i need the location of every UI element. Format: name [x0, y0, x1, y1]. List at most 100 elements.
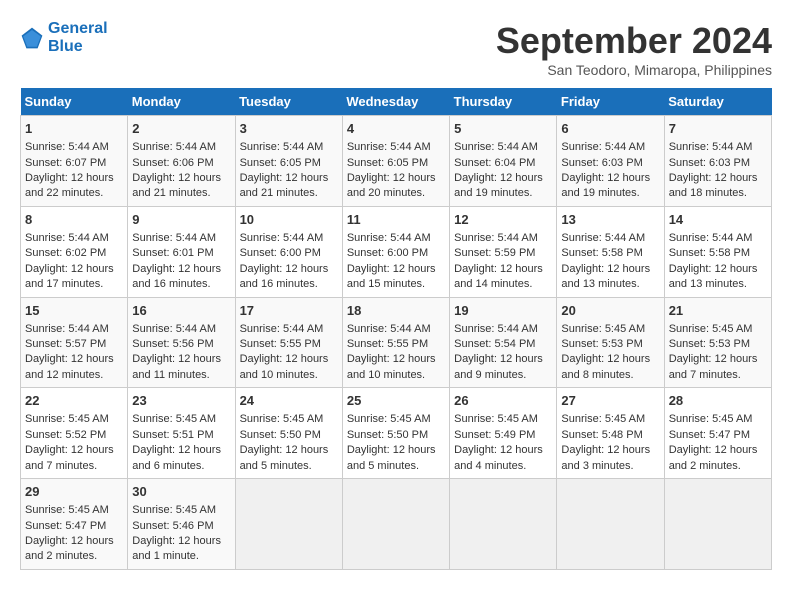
day-number: 2	[132, 120, 230, 138]
calendar-cell: 1 Sunrise: 5:44 AM Sunset: 6:07 PM Dayli…	[21, 116, 128, 207]
header-monday: Monday	[128, 88, 235, 116]
day-number: 18	[347, 302, 445, 320]
daylight-label: Daylight: 12 hours and 19 minutes.	[561, 172, 650, 199]
calendar-cell: 19 Sunrise: 5:44 AM Sunset: 5:54 PM Dayl…	[450, 297, 557, 388]
header-friday: Friday	[557, 88, 664, 116]
sunrise-text: Sunrise: 5:44 AM	[561, 232, 645, 244]
daylight-label: Daylight: 12 hours and 19 minutes.	[454, 172, 543, 199]
sunrise-text: Sunrise: 5:45 AM	[25, 504, 109, 516]
sunrise-text: Sunrise: 5:44 AM	[347, 323, 431, 335]
sunrise-text: Sunrise: 5:44 AM	[132, 141, 216, 153]
sunrise-text: Sunrise: 5:44 AM	[347, 232, 431, 244]
sunrise-text: Sunrise: 5:45 AM	[240, 413, 324, 425]
calendar-cell: 20 Sunrise: 5:45 AM Sunset: 5:53 PM Dayl…	[557, 297, 664, 388]
calendar-cell: 6 Sunrise: 5:44 AM Sunset: 6:03 PM Dayli…	[557, 116, 664, 207]
header-wednesday: Wednesday	[342, 88, 449, 116]
daylight-label: Daylight: 12 hours and 22 minutes.	[25, 172, 114, 199]
sunrise-text: Sunrise: 5:45 AM	[669, 323, 753, 335]
sunset-text: Sunset: 5:47 PM	[25, 520, 106, 532]
week-row-3: 15 Sunrise: 5:44 AM Sunset: 5:57 PM Dayl…	[21, 297, 772, 388]
daylight-label: Daylight: 12 hours and 21 minutes.	[240, 172, 329, 199]
daylight-label: Daylight: 12 hours and 3 minutes.	[561, 444, 650, 471]
sunset-text: Sunset: 6:00 PM	[240, 247, 321, 259]
calendar-cell	[664, 479, 771, 570]
sunrise-text: Sunrise: 5:44 AM	[240, 141, 324, 153]
sunrise-text: Sunrise: 5:45 AM	[132, 504, 216, 516]
daylight-label: Daylight: 12 hours and 9 minutes.	[454, 353, 543, 380]
sunset-text: Sunset: 5:59 PM	[454, 247, 535, 259]
sunrise-text: Sunrise: 5:44 AM	[347, 141, 431, 153]
daylight-label: Daylight: 12 hours and 17 minutes.	[25, 263, 114, 290]
calendar-cell: 5 Sunrise: 5:44 AM Sunset: 6:04 PM Dayli…	[450, 116, 557, 207]
calendar-cell: 17 Sunrise: 5:44 AM Sunset: 5:55 PM Dayl…	[235, 297, 342, 388]
day-number: 6	[561, 120, 659, 138]
daylight-label: Daylight: 12 hours and 2 minutes.	[25, 535, 114, 562]
sunrise-text: Sunrise: 5:44 AM	[240, 232, 324, 244]
daylight-label: Daylight: 12 hours and 10 minutes.	[347, 353, 436, 380]
sunrise-text: Sunrise: 5:45 AM	[25, 413, 109, 425]
daylight-label: Daylight: 12 hours and 21 minutes.	[132, 172, 221, 199]
sunrise-text: Sunrise: 5:44 AM	[454, 323, 538, 335]
daylight-label: Daylight: 12 hours and 8 minutes.	[561, 353, 650, 380]
calendar-cell: 22 Sunrise: 5:45 AM Sunset: 5:52 PM Dayl…	[21, 388, 128, 479]
calendar-cell	[557, 479, 664, 570]
calendar-cell: 15 Sunrise: 5:44 AM Sunset: 5:57 PM Dayl…	[21, 297, 128, 388]
title-block: September 2024 San Teodoro, Mimaropa, Ph…	[496, 20, 772, 78]
sunset-text: Sunset: 5:50 PM	[347, 429, 428, 441]
sunset-text: Sunset: 6:03 PM	[561, 157, 642, 169]
sunrise-text: Sunrise: 5:45 AM	[132, 413, 216, 425]
day-number: 29	[25, 483, 123, 501]
calendar-cell: 11 Sunrise: 5:44 AM Sunset: 6:00 PM Dayl…	[342, 206, 449, 297]
day-number: 14	[669, 211, 767, 229]
day-number: 17	[240, 302, 338, 320]
calendar-cell: 21 Sunrise: 5:45 AM Sunset: 5:53 PM Dayl…	[664, 297, 771, 388]
calendar-cell: 12 Sunrise: 5:44 AM Sunset: 5:59 PM Dayl…	[450, 206, 557, 297]
daylight-label: Daylight: 12 hours and 6 minutes.	[132, 444, 221, 471]
day-number: 3	[240, 120, 338, 138]
day-number: 12	[454, 211, 552, 229]
header-saturday: Saturday	[664, 88, 771, 116]
day-number: 16	[132, 302, 230, 320]
daylight-label: Daylight: 12 hours and 7 minutes.	[25, 444, 114, 471]
day-number: 22	[25, 392, 123, 410]
sunset-text: Sunset: 6:06 PM	[132, 157, 213, 169]
day-number: 28	[669, 392, 767, 410]
day-number: 8	[25, 211, 123, 229]
day-number: 4	[347, 120, 445, 138]
daylight-label: Daylight: 12 hours and 5 minutes.	[347, 444, 436, 471]
calendar-cell: 18 Sunrise: 5:44 AM Sunset: 5:55 PM Dayl…	[342, 297, 449, 388]
sunrise-text: Sunrise: 5:44 AM	[25, 141, 109, 153]
calendar-cell: 29 Sunrise: 5:45 AM Sunset: 5:47 PM Dayl…	[21, 479, 128, 570]
calendar-cell	[450, 479, 557, 570]
calendar-cell: 24 Sunrise: 5:45 AM Sunset: 5:50 PM Dayl…	[235, 388, 342, 479]
sunrise-text: Sunrise: 5:45 AM	[561, 323, 645, 335]
day-number: 13	[561, 211, 659, 229]
week-row-1: 1 Sunrise: 5:44 AM Sunset: 6:07 PM Dayli…	[21, 116, 772, 207]
day-number: 25	[347, 392, 445, 410]
sunrise-text: Sunrise: 5:45 AM	[561, 413, 645, 425]
calendar-cell: 30 Sunrise: 5:45 AM Sunset: 5:46 PM Dayl…	[128, 479, 235, 570]
calendar-table: SundayMondayTuesdayWednesdayThursdayFrid…	[20, 88, 772, 570]
calendar-cell: 4 Sunrise: 5:44 AM Sunset: 6:05 PM Dayli…	[342, 116, 449, 207]
calendar-cell: 8 Sunrise: 5:44 AM Sunset: 6:02 PM Dayli…	[21, 206, 128, 297]
day-number: 19	[454, 302, 552, 320]
daylight-label: Daylight: 12 hours and 13 minutes.	[669, 263, 758, 290]
sunrise-text: Sunrise: 5:44 AM	[454, 141, 538, 153]
calendar-cell: 27 Sunrise: 5:45 AM Sunset: 5:48 PM Dayl…	[557, 388, 664, 479]
daylight-label: Daylight: 12 hours and 18 minutes.	[669, 172, 758, 199]
sunrise-text: Sunrise: 5:44 AM	[561, 141, 645, 153]
daylight-label: Daylight: 12 hours and 4 minutes.	[454, 444, 543, 471]
page-header: General Blue September 2024 San Teodoro,…	[20, 20, 772, 78]
sunset-text: Sunset: 5:50 PM	[240, 429, 321, 441]
day-number: 24	[240, 392, 338, 410]
sunset-text: Sunset: 5:48 PM	[561, 429, 642, 441]
sunrise-text: Sunrise: 5:44 AM	[240, 323, 324, 335]
day-number: 1	[25, 120, 123, 138]
sunset-text: Sunset: 5:51 PM	[132, 429, 213, 441]
sunset-text: Sunset: 5:53 PM	[561, 338, 642, 350]
daylight-label: Daylight: 12 hours and 7 minutes.	[669, 353, 758, 380]
sunset-text: Sunset: 5:58 PM	[669, 247, 750, 259]
daylight-label: Daylight: 12 hours and 15 minutes.	[347, 263, 436, 290]
sunset-text: Sunset: 5:58 PM	[561, 247, 642, 259]
sunset-text: Sunset: 5:49 PM	[454, 429, 535, 441]
